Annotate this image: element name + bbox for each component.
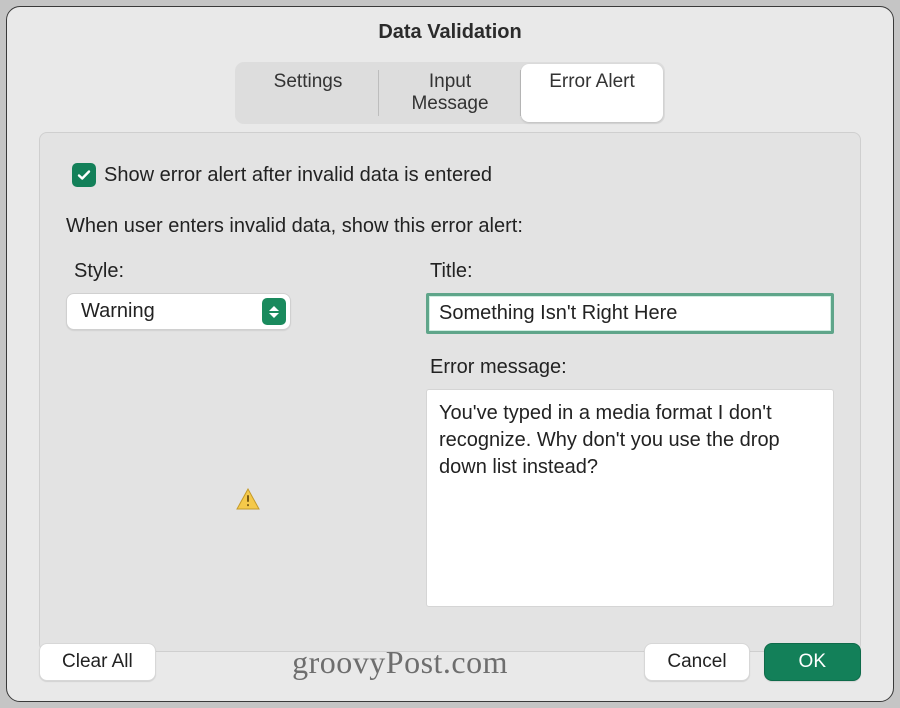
title-field-label: Title: xyxy=(430,260,834,283)
style-column: Style: Warning xyxy=(66,260,386,612)
show-error-alert-row: Show error alert after invalid data is e… xyxy=(72,163,834,187)
ok-button[interactable]: OK xyxy=(764,643,861,681)
show-error-alert-checkbox[interactable] xyxy=(72,163,96,187)
footer-right-buttons: Cancel OK xyxy=(644,643,861,681)
warning-triangle-icon xyxy=(236,488,260,510)
dialog-footer: Clear All groovyPost.com Cancel OK xyxy=(39,643,861,681)
checkmark-icon xyxy=(76,167,92,183)
tab-input-message[interactable]: Input Message xyxy=(379,64,521,122)
panel-error-alert: Show error alert after invalid data is e… xyxy=(39,132,861,652)
stepper-arrows-icon xyxy=(262,298,286,325)
dialog-window: Data Validation Settings Input Message E… xyxy=(6,6,894,702)
tab-settings[interactable]: Settings xyxy=(237,64,379,122)
title-input[interactable] xyxy=(426,293,834,334)
watermark-text: groovyPost.com xyxy=(292,644,508,681)
form-columns: Style: Warning Title: xyxy=(66,260,834,612)
style-label: Style: xyxy=(74,260,386,283)
title-input-wrap xyxy=(426,293,834,334)
clear-all-button[interactable]: Clear All xyxy=(39,643,156,681)
title-message-column: Title: Error message: xyxy=(426,260,834,612)
tab-error-alert[interactable]: Error Alert xyxy=(521,64,663,122)
show-error-alert-label: Show error alert after invalid data is e… xyxy=(104,164,492,187)
tab-group: Settings Input Message Error Alert xyxy=(235,62,665,124)
style-select-value: Warning xyxy=(81,300,155,322)
tab-bar: Settings Input Message Error Alert xyxy=(7,62,893,124)
instruction-text: When user enters invalid data, show this… xyxy=(66,215,834,238)
cancel-button[interactable]: Cancel xyxy=(644,643,749,681)
error-message-label: Error message: xyxy=(430,356,834,379)
dialog-title: Data Validation xyxy=(7,7,893,62)
style-select[interactable]: Warning xyxy=(66,293,291,330)
error-message-textarea[interactable] xyxy=(426,389,834,607)
